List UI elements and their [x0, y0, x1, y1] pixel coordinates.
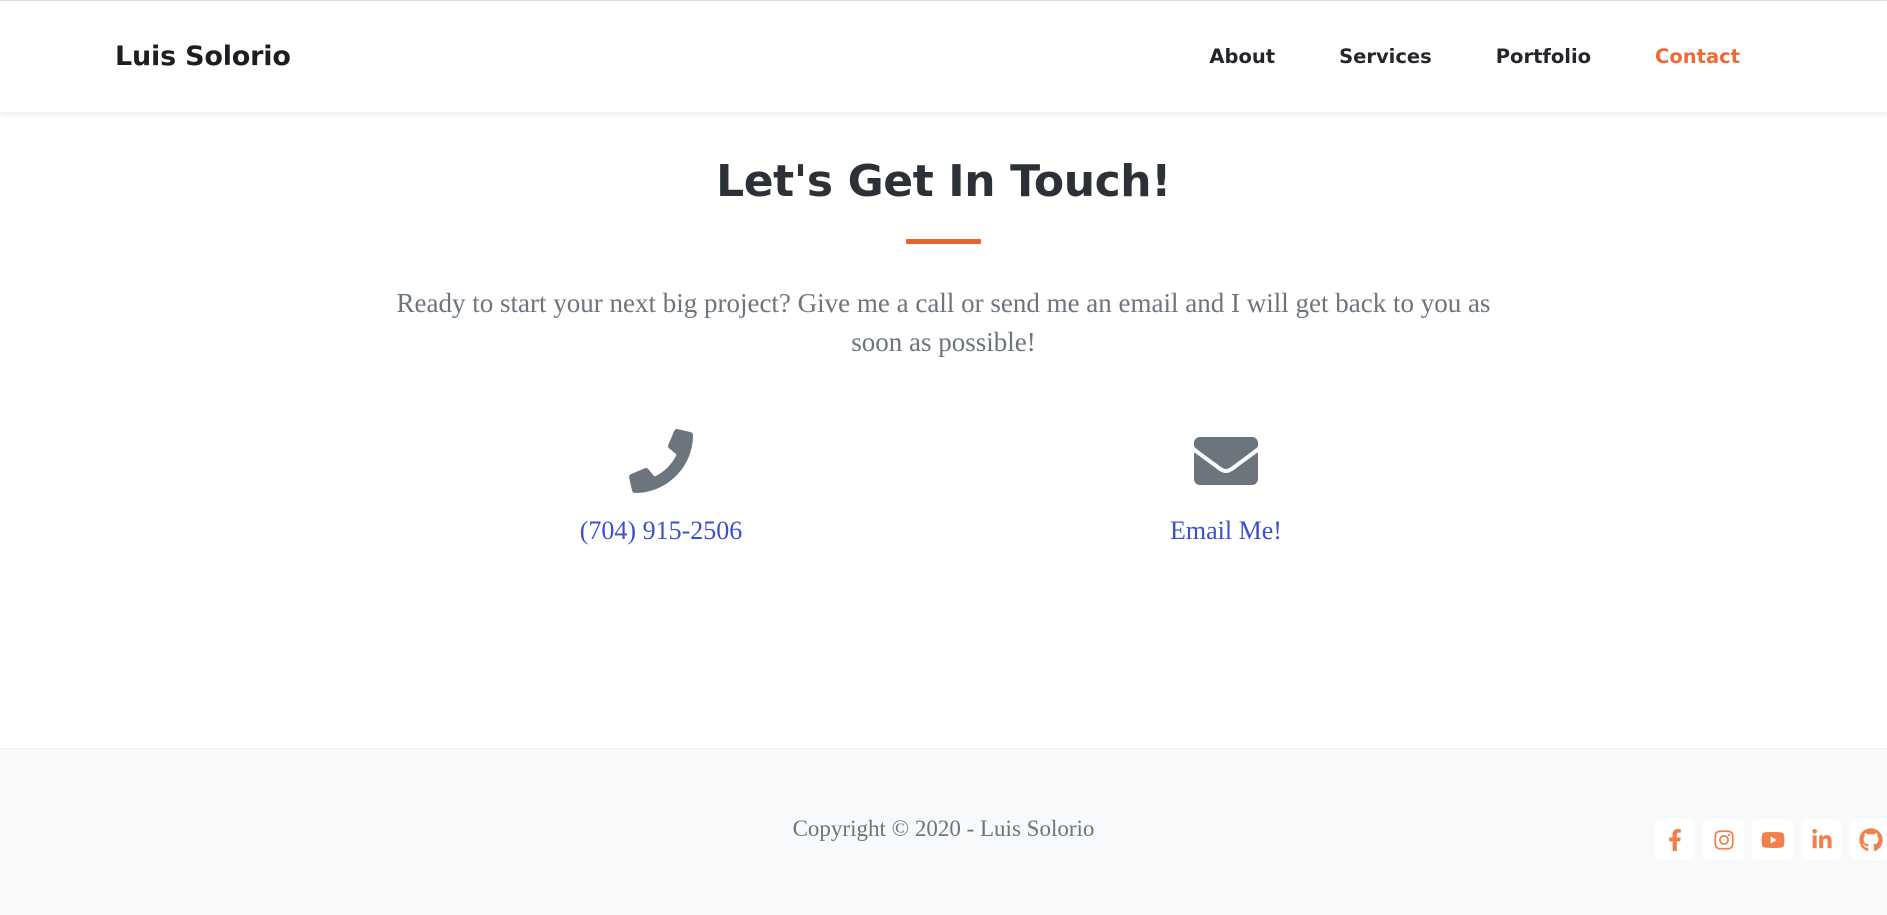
lead-paragraph: Ready to start your next big project? Gi…: [396, 287, 1491, 357]
nav-link-about[interactable]: About: [1177, 37, 1307, 76]
phone-link[interactable]: (704) 915-2506: [580, 515, 742, 546]
nav-item-services: Services: [1307, 37, 1464, 76]
site-footer: Copyright © 2020 - Luis Solorio: [0, 748, 1887, 915]
contact-method-email: Email Me!: [944, 428, 1509, 546]
nav-item-about: About: [1177, 37, 1307, 76]
social-link-linkedin[interactable]: [1801, 819, 1842, 860]
phone-icon: [629, 428, 693, 494]
instagram-icon: [1713, 829, 1735, 851]
email-link[interactable]: Email Me!: [1170, 515, 1282, 546]
youtube-icon: [1761, 828, 1785, 852]
footer-inner: Copyright © 2020 - Luis Solorio: [0, 749, 1887, 915]
page-title: Let's Get In Touch!: [716, 156, 1171, 207]
brand-logo[interactable]: Luis Solorio: [115, 41, 291, 72]
envelope-icon: [1194, 428, 1258, 494]
copyright-text: Copyright © 2020 - Luis Solorio: [792, 816, 1095, 841]
facebook-icon: [1664, 828, 1686, 851]
contact-method-phone: (704) 915-2506: [379, 428, 944, 546]
nav-link-contact[interactable]: Contact: [1623, 37, 1772, 76]
contact-methods: (704) 915-2506 Email Me!: [379, 428, 1509, 546]
social-link-instagram[interactable]: [1703, 819, 1744, 860]
social-link-github[interactable]: [1850, 819, 1887, 860]
social-link-youtube[interactable]: [1752, 819, 1793, 860]
title-divider: [906, 238, 981, 244]
social-link-facebook[interactable]: [1654, 819, 1695, 860]
nav-link-portfolio[interactable]: Portfolio: [1464, 37, 1623, 76]
site-navbar: Luis Solorio About Services Portfolio Co…: [0, 1, 1887, 112]
social-links: [1654, 819, 1887, 860]
primary-navigation: About Services Portfolio Contact: [1177, 37, 1772, 76]
github-icon: [1858, 827, 1883, 852]
page-root: Luis Solorio About Services Portfolio Co…: [0, 0, 1887, 915]
nav-item-portfolio: Portfolio: [1464, 37, 1623, 76]
contact-section: Let's Get In Touch! Ready to start your …: [0, 112, 1887, 748]
nav-link-services[interactable]: Services: [1307, 37, 1464, 76]
linkedin-icon: [1811, 828, 1833, 851]
nav-item-contact: Contact: [1623, 37, 1772, 76]
content-container: Let's Get In Touch! Ready to start your …: [379, 156, 1509, 546]
